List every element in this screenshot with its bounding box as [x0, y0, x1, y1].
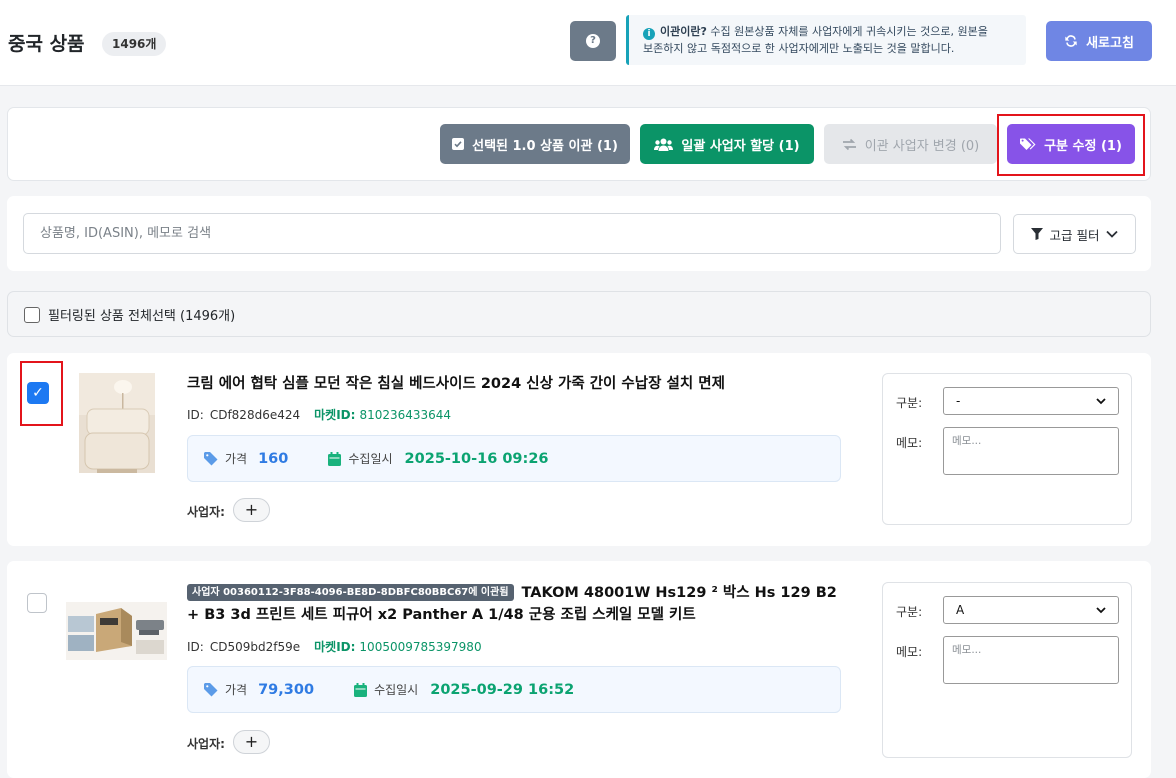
collected-date-value: 2025-10-16 09:26: [404, 450, 549, 467]
price-info-box: 가격 79,300 수집일시 2025-09-29 16:52: [187, 666, 841, 713]
memo-label: 메모:: [896, 645, 923, 659]
chevron-down-icon: [1096, 397, 1106, 404]
product-id-line: ID: CD509bd2f59e 마켓ID: 1005009785397980: [187, 638, 482, 655]
collected-date-value: 2025-09-29 16:52: [430, 681, 575, 698]
advanced-filter-label: 고급 필터: [1049, 227, 1100, 243]
info-text-line1: 수집 원본상품 자체를 사업자에게 귀속시키는 것으로, 원본을: [710, 25, 988, 38]
info-icon: i: [643, 28, 655, 40]
info-title: 이관이란?: [660, 25, 707, 38]
market-id: 1005009785397980: [359, 640, 482, 654]
highlight-box-checkbox: [20, 361, 63, 426]
refresh-label: 새로고침: [1086, 35, 1134, 51]
tag-icon: [204, 682, 218, 696]
product-checkbox[interactable]: [27, 593, 47, 613]
category-select-value: A: [956, 603, 965, 617]
price-info-box: 가격 160 수집일시 2025-10-16 09:26: [187, 435, 841, 482]
highlight-box-category-button: [997, 114, 1145, 176]
search-input[interactable]: [23, 213, 1001, 254]
memo-label: 메모:: [896, 436, 923, 450]
plus-icon: +: [244, 732, 259, 751]
transfer-selected-label: 선택된 1.0 상품 이관 (1): [472, 138, 618, 154]
change-transfer-business-button[interactable]: 이관 사업자 변경 (0): [824, 124, 997, 164]
product-id-line: ID: CDf828d6e424 마켓ID: 810236433644: [187, 406, 451, 423]
id-label: ID:: [187, 408, 204, 422]
page-title: 중국 상품: [8, 33, 85, 55]
business-label: 사업자:: [187, 505, 225, 519]
id-label: ID:: [187, 640, 204, 654]
product-title-block: 사업자 00360112-3F88-4096-BE8D-8DBFC80BBC67…: [187, 582, 837, 626]
product-count-badge: 1496개: [102, 32, 167, 56]
transfer-info-box: i 이관이란? 수집 원본상품 자체를 사업자에게 귀속시키는 것으로, 원본을 …: [626, 15, 1026, 65]
market-id: 810236433644: [359, 408, 452, 422]
collected-date-label: 수집일시: [348, 452, 393, 466]
product-thumbnail[interactable]: [79, 373, 155, 473]
product-id: CDf828d6e424: [209, 408, 301, 422]
price-label: 가격: [225, 683, 248, 697]
plus-icon: +: [244, 500, 259, 519]
bulk-assign-label: 일괄 사업자 할당 (1): [681, 138, 800, 154]
add-business-button[interactable]: +: [233, 498, 270, 522]
advanced-filter-button[interactable]: 고급 필터: [1013, 214, 1136, 254]
category-select-value: -: [956, 394, 961, 408]
help-button[interactable]: ?: [570, 21, 616, 61]
chevron-down-icon: [1106, 230, 1119, 238]
add-business-button[interactable]: +: [233, 730, 270, 754]
price-value: 79,300: [258, 681, 315, 698]
category-label: 구분:: [896, 605, 923, 619]
exchange-icon: [842, 138, 856, 150]
business-label: 사업자:: [187, 737, 225, 751]
memo-textarea[interactable]: [943, 427, 1119, 475]
chevron-down-icon: [1096, 606, 1106, 613]
change-transfer-label: 이관 사업자 변경 (0): [864, 138, 980, 154]
refresh-button[interactable]: 새로고침: [1046, 21, 1152, 61]
product-id: CD509bd2f59e: [209, 640, 301, 654]
product-thumbnail[interactable]: [66, 602, 167, 660]
tag-icon: [204, 451, 218, 465]
refresh-icon: [1065, 35, 1077, 47]
check-square-icon: [452, 138, 465, 150]
calendar-icon: [354, 682, 368, 697]
select-all-checkbox[interactable]: [24, 307, 40, 323]
question-circle-icon: ?: [586, 34, 600, 48]
market-id-label: 마켓ID:: [314, 408, 356, 422]
memo-textarea[interactable]: [943, 636, 1119, 684]
calendar-icon: [328, 451, 342, 466]
select-all-label: 필터링된 상품 전체선택 (1496개): [48, 309, 236, 324]
market-id-label: 마켓ID:: [314, 640, 356, 654]
price-value: 160: [258, 450, 289, 467]
category-select[interactable]: A: [943, 596, 1119, 624]
users-icon: [654, 138, 674, 151]
collected-date-label: 수집일시: [374, 683, 419, 697]
transferred-badge: 사업자 00360112-3F88-4096-BE8D-8DBFC80BBC67…: [187, 584, 514, 601]
transfer-selected-button[interactable]: 선택된 1.0 상품 이관 (1): [440, 124, 630, 164]
product-title[interactable]: 크림 에어 협탁 심플 모던 작은 침실 베드사이드 2024 신상 가죽 간이…: [187, 373, 827, 395]
info-text-line2: 보존하지 않고 독점적으로 한 사업자에게만 노출되는 것을 말합니다.: [643, 42, 955, 55]
price-label: 가격: [225, 452, 248, 466]
category-select[interactable]: -: [943, 387, 1119, 415]
filter-icon: [1030, 228, 1043, 240]
category-label: 구분:: [896, 396, 923, 410]
bulk-assign-button[interactable]: 일괄 사업자 할당 (1): [640, 124, 814, 164]
